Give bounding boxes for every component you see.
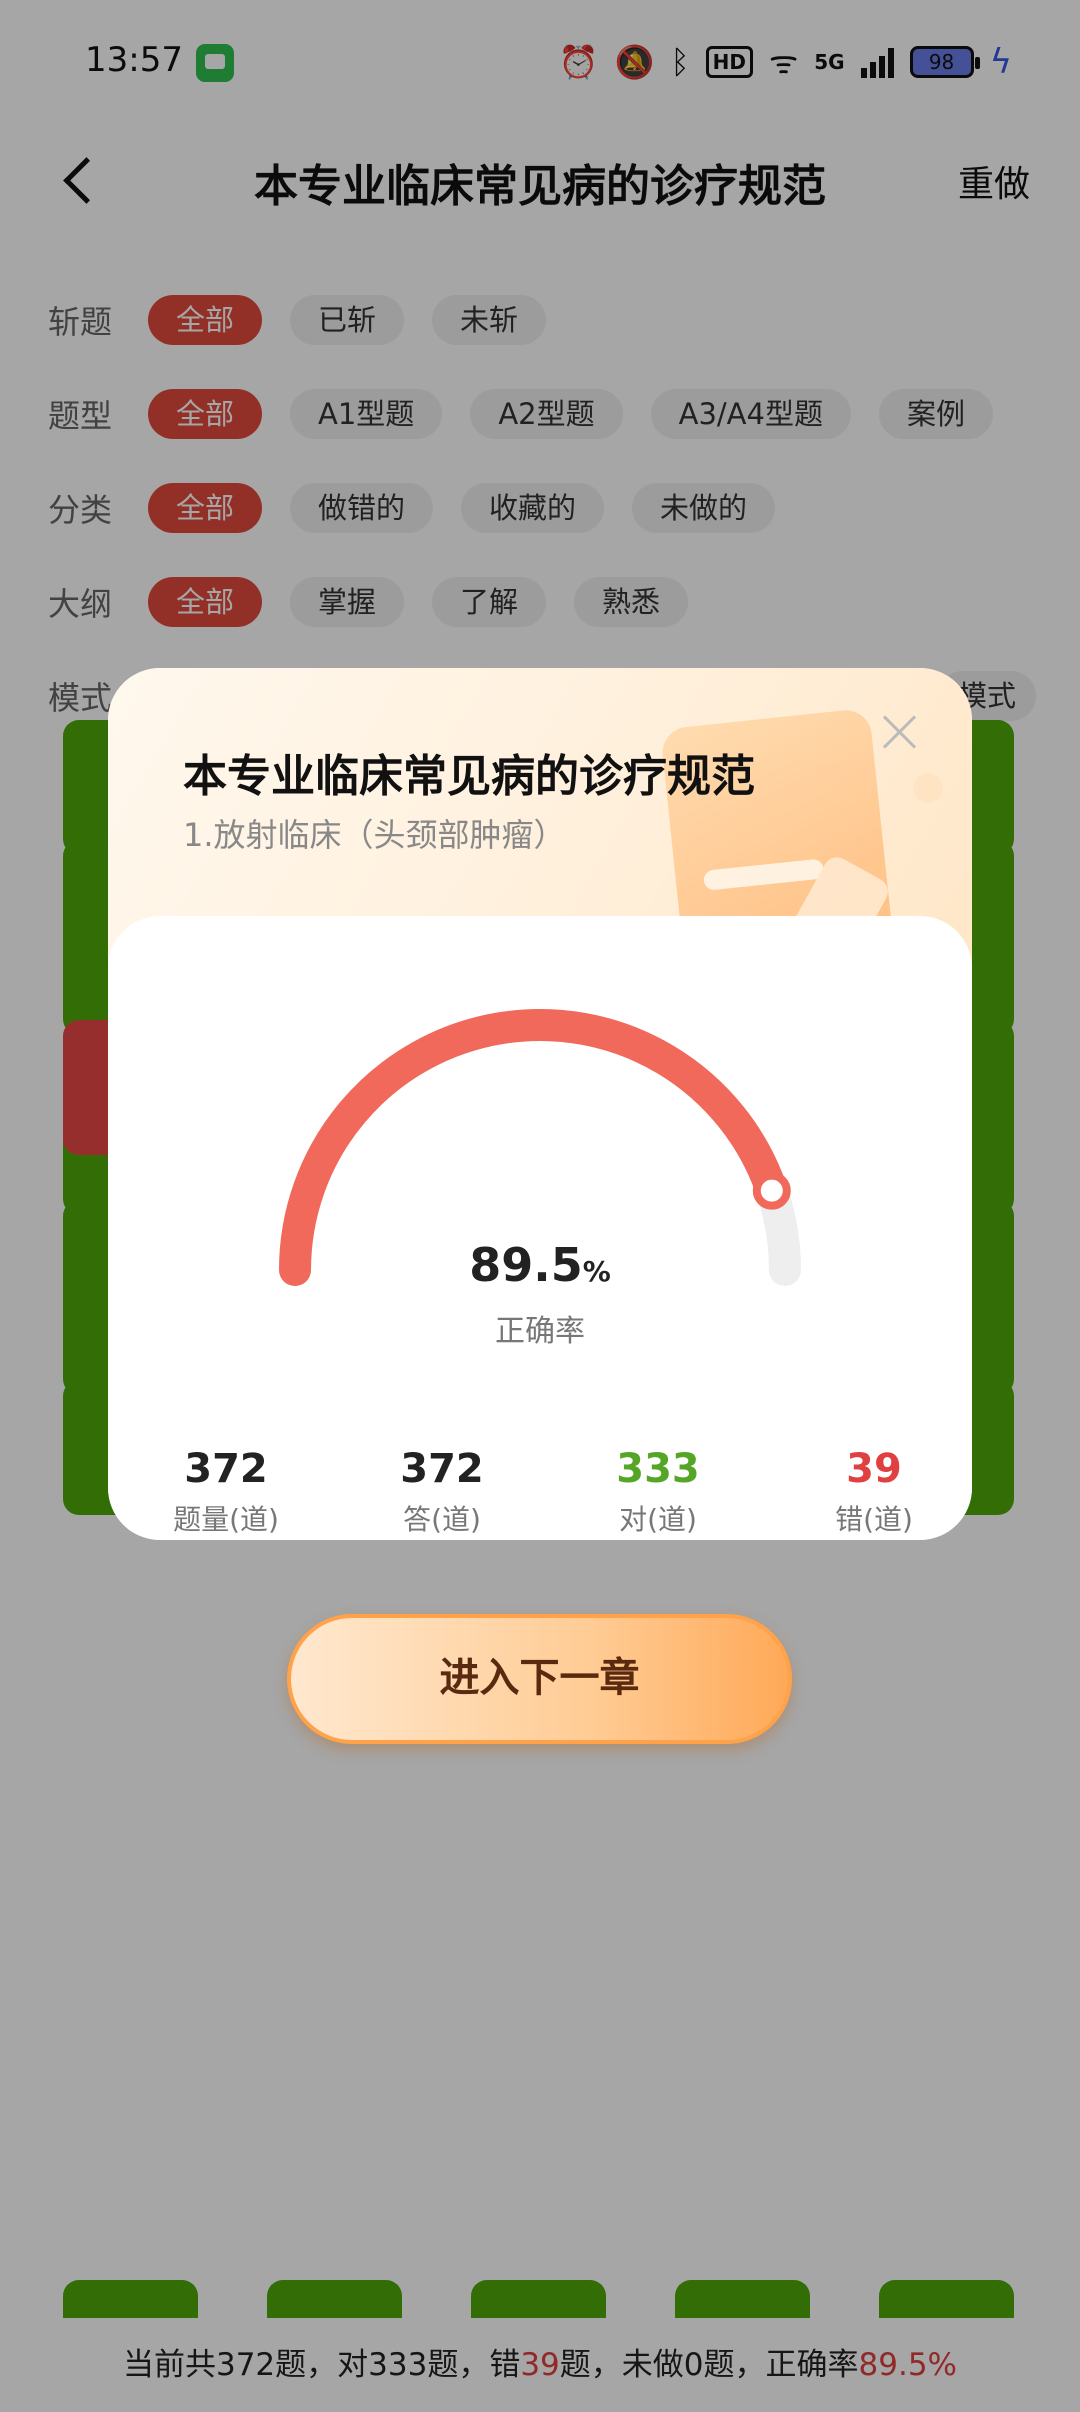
stat-label: 题量(道) [173, 1503, 279, 1536]
stat-total: 372 题量(道) [136, 1446, 316, 1538]
gauge-knob [752, 1171, 791, 1210]
stat-answered: 372 答(道) [352, 1446, 532, 1538]
accuracy-value: 89.5% [108, 1238, 972, 1292]
stat-label: 错(道) [835, 1503, 913, 1536]
stat-label: 答(道) [403, 1503, 481, 1536]
gauge-fill [279, 1009, 788, 1286]
stat-value: 372 [400, 1446, 484, 1492]
dialog-subtitle: 1.放射临床（头颈部肿瘤） [183, 816, 566, 854]
dialog-body: 89.5% 正确率 372 题量(道) 372 答(道) 333 对(道) 39… [108, 916, 972, 1540]
accuracy-number: 89.5 [469, 1238, 583, 1292]
next-chapter-button[interactable]: 进入下一章 [287, 1614, 792, 1744]
accuracy-label: 正确率 [495, 1314, 585, 1349]
gauge-track [279, 1009, 801, 1286]
stat-label: 对(道) [619, 1503, 697, 1536]
dialog-title: 本专业临床常见病的诊疗规范 [183, 751, 755, 802]
stat-value: 372 [184, 1446, 268, 1492]
stat-wrong: 39 错(道) [784, 1446, 964, 1538]
accuracy-unit: % [582, 1255, 611, 1288]
close-icon[interactable] [878, 710, 922, 754]
stat-value: 333 [616, 1446, 700, 1492]
stats-row: 372 题量(道) 372 答(道) 333 对(道) 39 错(道) [108, 1446, 972, 1540]
result-dialog: 本专业临床常见病的诊疗规范 1.放射临床（头颈部肿瘤） 89.5% 正确率 37… [108, 668, 972, 1540]
stat-value: 39 [846, 1446, 902, 1492]
clock-decoration-icon [913, 773, 943, 803]
stat-correct: 333 对(道) [568, 1446, 748, 1538]
